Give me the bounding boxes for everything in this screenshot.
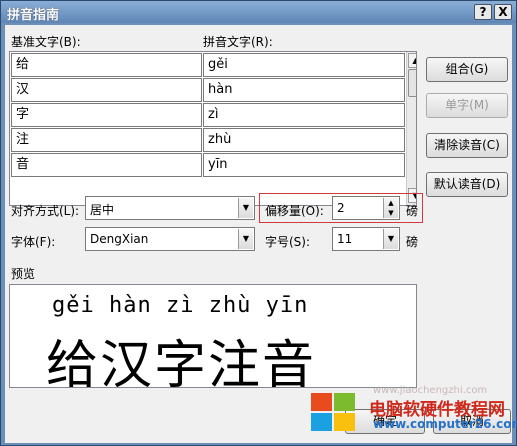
default-reading-button[interactable]: 默认读音(D) [426,172,508,197]
dialog-body: 基准文字(B): 拼音文字(R): 给 gěi 汉 hàn 字 zì 注 zhù… [5,25,517,443]
offset-value: 2 [337,201,345,215]
ruby-cell[interactable]: zhù [203,128,405,152]
help-button[interactable]: ? [474,4,492,20]
font-select[interactable]: DengXian ▼ [85,227,255,251]
base-cell[interactable]: 音 [11,153,202,177]
windows-logo-icon [311,393,357,433]
size-unit: 磅 [406,235,419,249]
alignment-select[interactable]: 居中 ▼ [85,196,255,220]
window-title: 拼音指南 [7,8,60,23]
spinner-arrows-icon[interactable]: ▲ ▼ [383,198,398,218]
pinyin-guide-dialog: 拼音指南 ? X 基准文字(B): 拼音文字(R): 给 gěi 汉 hàn 字… [0,0,517,446]
title-bar: 拼音指南 ? X [1,1,516,23]
watermark-url: www.computer26.com [373,417,517,431]
preview-pinyin: gěi hàn zì zhù yīn [52,293,309,318]
grid-scrollbar[interactable]: ▲ ▼ [406,52,416,205]
offset-spinner[interactable]: 2 ▲ ▼ [332,196,400,220]
scroll-up-icon[interactable]: ▲ [408,53,416,68]
ruby-cell[interactable]: hàn [203,78,405,102]
watermark: www.jiaochengzhi.com 电脑软硬件教程网 www.comput… [303,385,517,443]
preview-hanzi: 给汉字注音 [46,336,317,388]
group-button[interactable]: 组合(G) [426,57,508,82]
alignment-value: 居中 [90,203,115,217]
font-value: DengXian [90,232,149,246]
ruby-cell[interactable]: zì [203,103,405,127]
offset-label: 偏移量(O): [265,204,324,218]
size-value: 11 [337,232,353,246]
base-text-label: 基准文字(B): [11,35,81,49]
clear-reading-button[interactable]: 清除读音(C) [426,133,508,158]
base-cell[interactable]: 汉 [11,78,202,102]
preview-label: 预览 [11,267,36,281]
preview-box: gěi hàn zì zhù yīn 给汉字注音 [9,284,417,388]
base-cell[interactable]: 字 [11,103,202,127]
font-label: 字体(F): [11,235,56,249]
chevron-down-icon[interactable]: ▼ [238,198,253,218]
base-cell[interactable]: 给 [11,53,202,77]
chevron-down-icon[interactable]: ▼ [238,229,253,249]
ruby-cell[interactable]: yīn [203,153,405,177]
close-button[interactable]: X [494,4,512,20]
size-select[interactable]: 11 ▼ [332,227,400,251]
scroll-thumb[interactable] [408,69,416,97]
mono-button[interactable]: 单字(M) [426,93,508,118]
alignment-label: 对齐方式(L): [11,204,80,218]
offset-unit: 磅 [406,204,419,218]
ruby-text-label: 拼音文字(R): [203,35,273,49]
chevron-down-icon[interactable]: ▼ [383,229,398,249]
size-label: 字号(S): [265,235,311,249]
text-grid: 给 gěi 汉 hàn 字 zì 注 zhù 音 yīn ▲ ▼ [9,51,417,206]
ruby-cell[interactable]: gěi [203,53,405,77]
base-cell[interactable]: 注 [11,128,202,152]
